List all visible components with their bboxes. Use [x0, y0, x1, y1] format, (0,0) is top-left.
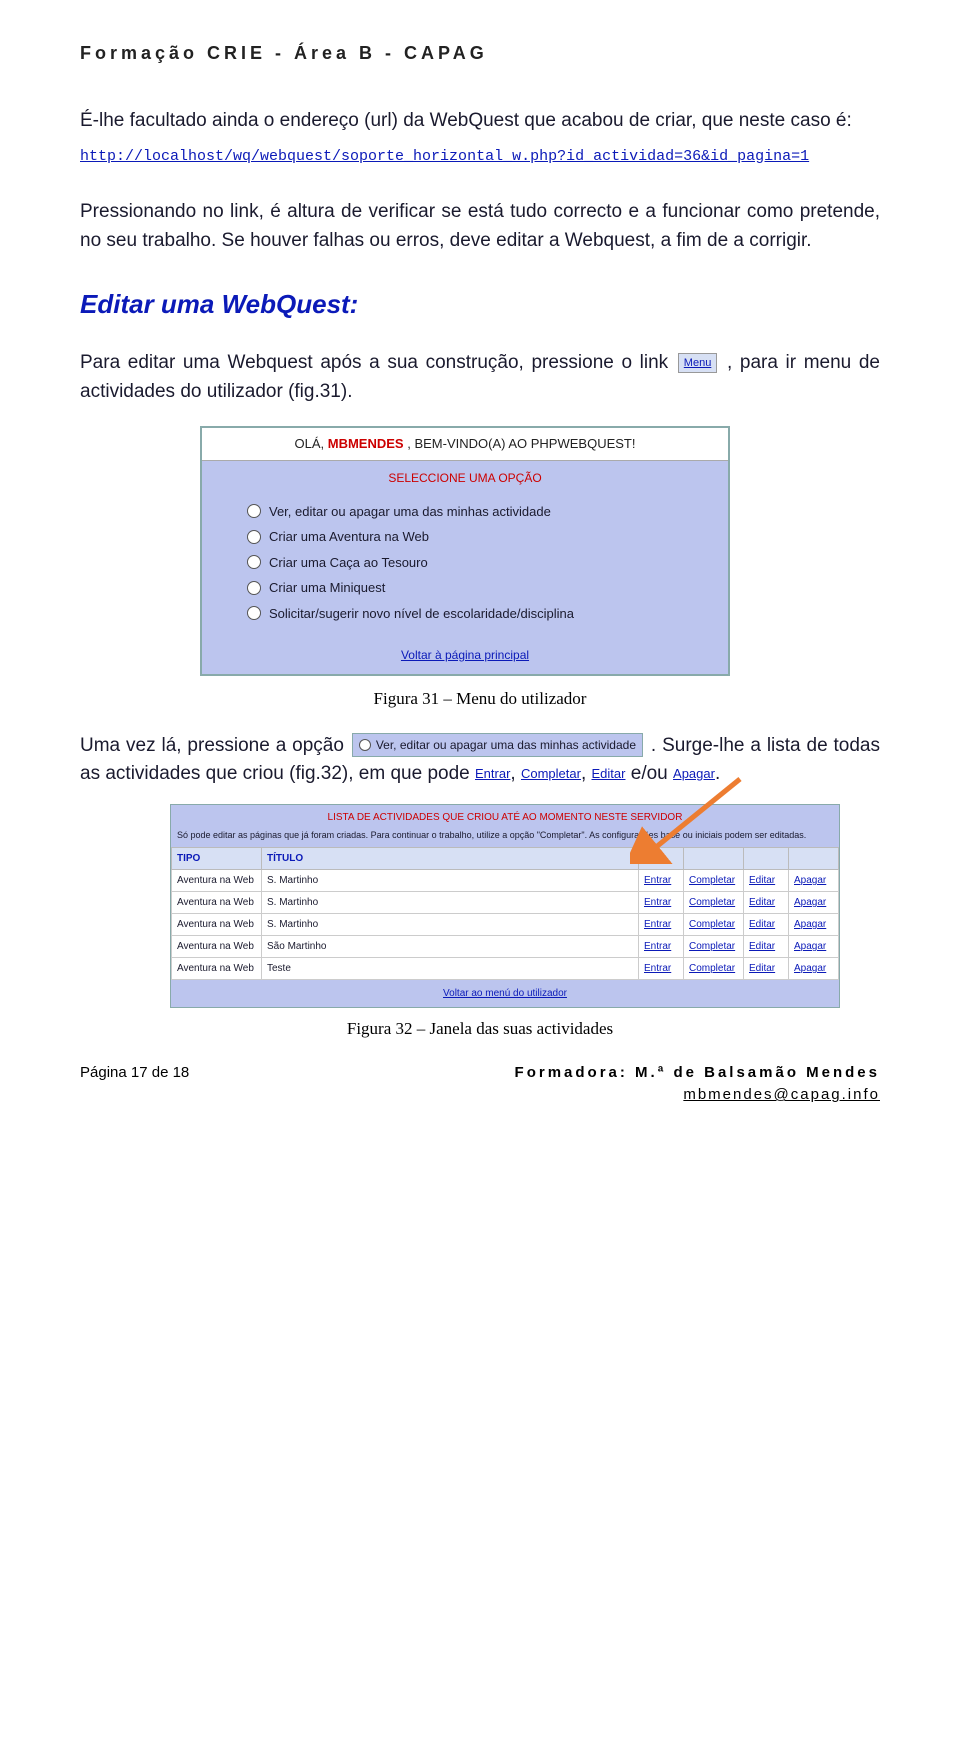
- entrar-link-chip[interactable]: Entrar: [475, 766, 510, 781]
- action-link-completar[interactable]: Completar: [684, 958, 744, 980]
- radio-icon: [247, 504, 261, 518]
- paragraph-verify: Pressionando no link, é altura de verifi…: [80, 198, 880, 255]
- radio-icon: [247, 555, 261, 569]
- col-empty: [789, 848, 839, 870]
- fig32-title: LISTA DE ACTIVIDADES QUE CRIOU ATÉ AO MO…: [171, 805, 839, 828]
- fig31-option-row[interactable]: Ver, editar ou apagar uma das minhas act…: [247, 499, 718, 525]
- fig32-caption: Figura 32 – Janela das suas actividades: [80, 1016, 880, 1042]
- cell-tipo: Aventura na Web: [172, 892, 262, 914]
- action-link-entrar[interactable]: Entrar: [639, 936, 684, 958]
- fig31-subtitle: SELECCIONE UMA OPÇÃO: [202, 461, 728, 499]
- action-link-editar[interactable]: Editar: [744, 870, 789, 892]
- action-link-editar[interactable]: Editar: [744, 914, 789, 936]
- action-link-completar[interactable]: Completar: [684, 914, 744, 936]
- option-label: Criar uma Caça ao Tesouro: [269, 553, 428, 573]
- fig31-option-row[interactable]: Criar uma Aventura na Web: [247, 524, 718, 550]
- action-link-apagar[interactable]: Apagar: [789, 892, 839, 914]
- table-row: Aventura na WebS. MartinhoEntrarCompleta…: [172, 914, 839, 936]
- cell-titulo: S. Martinho: [262, 870, 639, 892]
- cell-titulo: S. Martinho: [262, 914, 639, 936]
- cell-tipo: Aventura na Web: [172, 958, 262, 980]
- greet-username: MBMENDES: [328, 436, 404, 451]
- col-empty: [744, 848, 789, 870]
- page-footer: Página 17 de 18 Formadora: M.ª de Balsam…: [80, 1062, 880, 1107]
- option-label: Ver, editar ou apagar uma das minhas act…: [269, 502, 551, 522]
- action-link-apagar[interactable]: Apagar: [789, 936, 839, 958]
- col-empty: [639, 848, 684, 870]
- cell-tipo: Aventura na Web: [172, 870, 262, 892]
- page-number: Página 17 de 18: [80, 1062, 189, 1107]
- paragraph-intro: É-lhe facultado ainda o endereço (url) d…: [80, 107, 880, 136]
- action-link-editar[interactable]: Editar: [744, 958, 789, 980]
- trainer-email[interactable]: mbmendes@capag.info: [515, 1084, 880, 1107]
- fig31-caption: Figura 31 – Menu do utilizador: [80, 686, 880, 712]
- action-link-completar[interactable]: Completar: [684, 870, 744, 892]
- fig32-note: Só pode editar as páginas que já foram c…: [171, 828, 839, 848]
- cell-tipo: Aventura na Web: [172, 936, 262, 958]
- editar-link-chip[interactable]: Editar: [592, 766, 626, 781]
- radio-icon: [247, 530, 261, 544]
- col-empty: [684, 848, 744, 870]
- greet-post: , BEM-VINDO(A) AO PHPWEBQUEST!: [404, 436, 636, 451]
- fig32-activities-table: TIPO TÍTULO Aventura na WebS. MartinhoEn…: [171, 847, 839, 980]
- fig31-option-row[interactable]: Criar uma Miniquest: [247, 575, 718, 601]
- fig31-option-row[interactable]: Solicitar/sugerir novo nível de escolari…: [247, 601, 718, 627]
- doc-header: Formação CRIE - Área B - CAPAG: [80, 40, 880, 67]
- col-titulo: TÍTULO: [262, 848, 639, 870]
- table-row: Aventura na WebTesteEntrarCompletarEdita…: [172, 958, 839, 980]
- text: Uma vez lá, pressione a opção: [80, 735, 350, 756]
- col-tipo: TIPO: [172, 848, 262, 870]
- trainer-label: Formadora: M.ª de Balsamão Mendes: [515, 1062, 880, 1085]
- cell-tipo: Aventura na Web: [172, 914, 262, 936]
- fig31-screenshot: OLÁ, MBMENDES , BEM-VINDO(A) AO PHPWEBQU…: [200, 426, 730, 676]
- radio-icon: [247, 581, 261, 595]
- cell-titulo: Teste: [262, 958, 639, 980]
- option-label: Criar uma Aventura na Web: [269, 527, 429, 547]
- table-row: Aventura na WebS. MartinhoEntrarCompleta…: [172, 892, 839, 914]
- action-link-editar[interactable]: Editar: [744, 936, 789, 958]
- cell-titulo: S. Martinho: [262, 892, 639, 914]
- action-link-completar[interactable]: Completar: [684, 936, 744, 958]
- apagar-link-chip[interactable]: Apagar: [673, 766, 715, 781]
- table-row: Aventura na WebSão MartinhoEntrarComplet…: [172, 936, 839, 958]
- action-link-apagar[interactable]: Apagar: [789, 958, 839, 980]
- action-link-apagar[interactable]: Apagar: [789, 870, 839, 892]
- action-link-apagar[interactable]: Apagar: [789, 914, 839, 936]
- section-heading-edit: Editar uma WebQuest:: [80, 285, 880, 324]
- action-link-entrar[interactable]: Entrar: [639, 914, 684, 936]
- option-chip-label: Ver, editar ou apagar uma das minhas act…: [376, 736, 636, 754]
- action-link-completar[interactable]: Completar: [684, 892, 744, 914]
- cell-titulo: São Martinho: [262, 936, 639, 958]
- option-chip-ver-editar[interactable]: Ver, editar ou apagar uma das minhas act…: [352, 733, 643, 757]
- action-link-entrar[interactable]: Entrar: [639, 892, 684, 914]
- fig31-option-row[interactable]: Criar uma Caça ao Tesouro: [247, 550, 718, 576]
- url-example[interactable]: http://localhost/wq/webquest/soporte_hor…: [80, 146, 880, 169]
- fig31-greeting: OLÁ, MBMENDES , BEM-VINDO(A) AO PHPWEBQU…: [202, 428, 728, 461]
- greet-pre: OLÁ,: [295, 436, 328, 451]
- table-row: Aventura na WebS. MartinhoEntrarCompleta…: [172, 870, 839, 892]
- fig31-back-link[interactable]: Voltar à página principal: [202, 636, 728, 674]
- radio-icon: [247, 606, 261, 620]
- fig32-screenshot: LISTA DE ACTIVIDADES QUE CRIOU ATÉ AO MO…: [170, 804, 840, 1009]
- text: Para editar uma Webquest após a sua cons…: [80, 352, 676, 373]
- menu-link-chip[interactable]: Menu: [678, 353, 718, 374]
- option-label: Criar uma Miniquest: [269, 578, 385, 598]
- completar-link-chip[interactable]: Completar: [521, 766, 581, 781]
- radio-icon: [359, 739, 371, 751]
- action-link-editar[interactable]: Editar: [744, 892, 789, 914]
- fig32-back-link[interactable]: Voltar ao menú do utilizador: [171, 980, 839, 1007]
- paragraph-option: Uma vez lá, pressione a opção Ver, edita…: [80, 732, 880, 789]
- action-link-entrar[interactable]: Entrar: [639, 870, 684, 892]
- option-label: Solicitar/sugerir novo nível de escolari…: [269, 604, 574, 624]
- action-link-entrar[interactable]: Entrar: [639, 958, 684, 980]
- paragraph-menu: Para editar uma Webquest após a sua cons…: [80, 349, 880, 406]
- text: e/ou: [631, 763, 673, 784]
